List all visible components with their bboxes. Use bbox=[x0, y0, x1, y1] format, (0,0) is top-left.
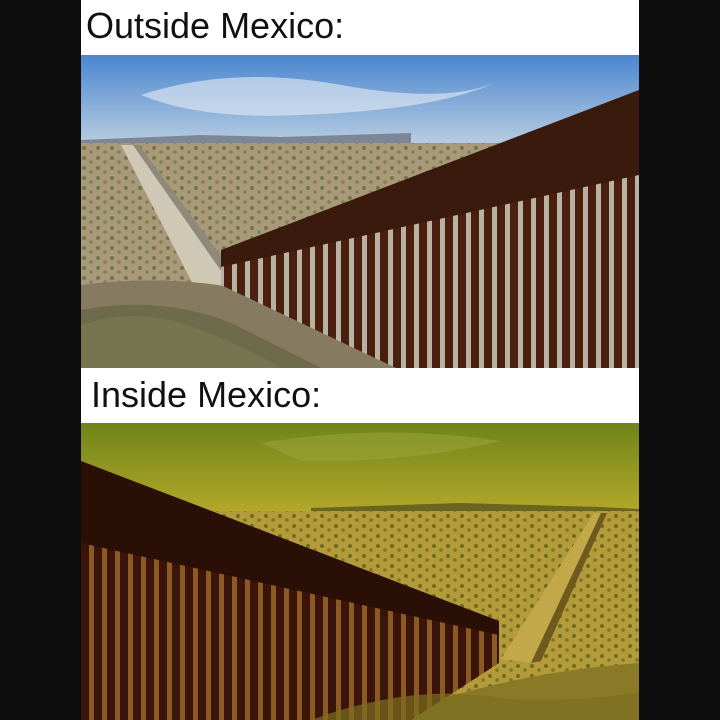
bottom-photo-scene bbox=[81, 423, 639, 720]
top-caption-text: Outside Mexico: bbox=[86, 5, 345, 46]
meme-panel: Outside Mexico: Inside Mexico: bbox=[81, 0, 639, 720]
bottom-caption-text: Inside Mexico: bbox=[91, 374, 322, 415]
bottom-photo bbox=[81, 423, 639, 720]
top-photo bbox=[81, 55, 639, 368]
bottom-caption: Inside Mexico: bbox=[81, 368, 639, 423]
top-photo-scene bbox=[81, 55, 639, 368]
top-caption: Outside Mexico: bbox=[81, 0, 639, 55]
